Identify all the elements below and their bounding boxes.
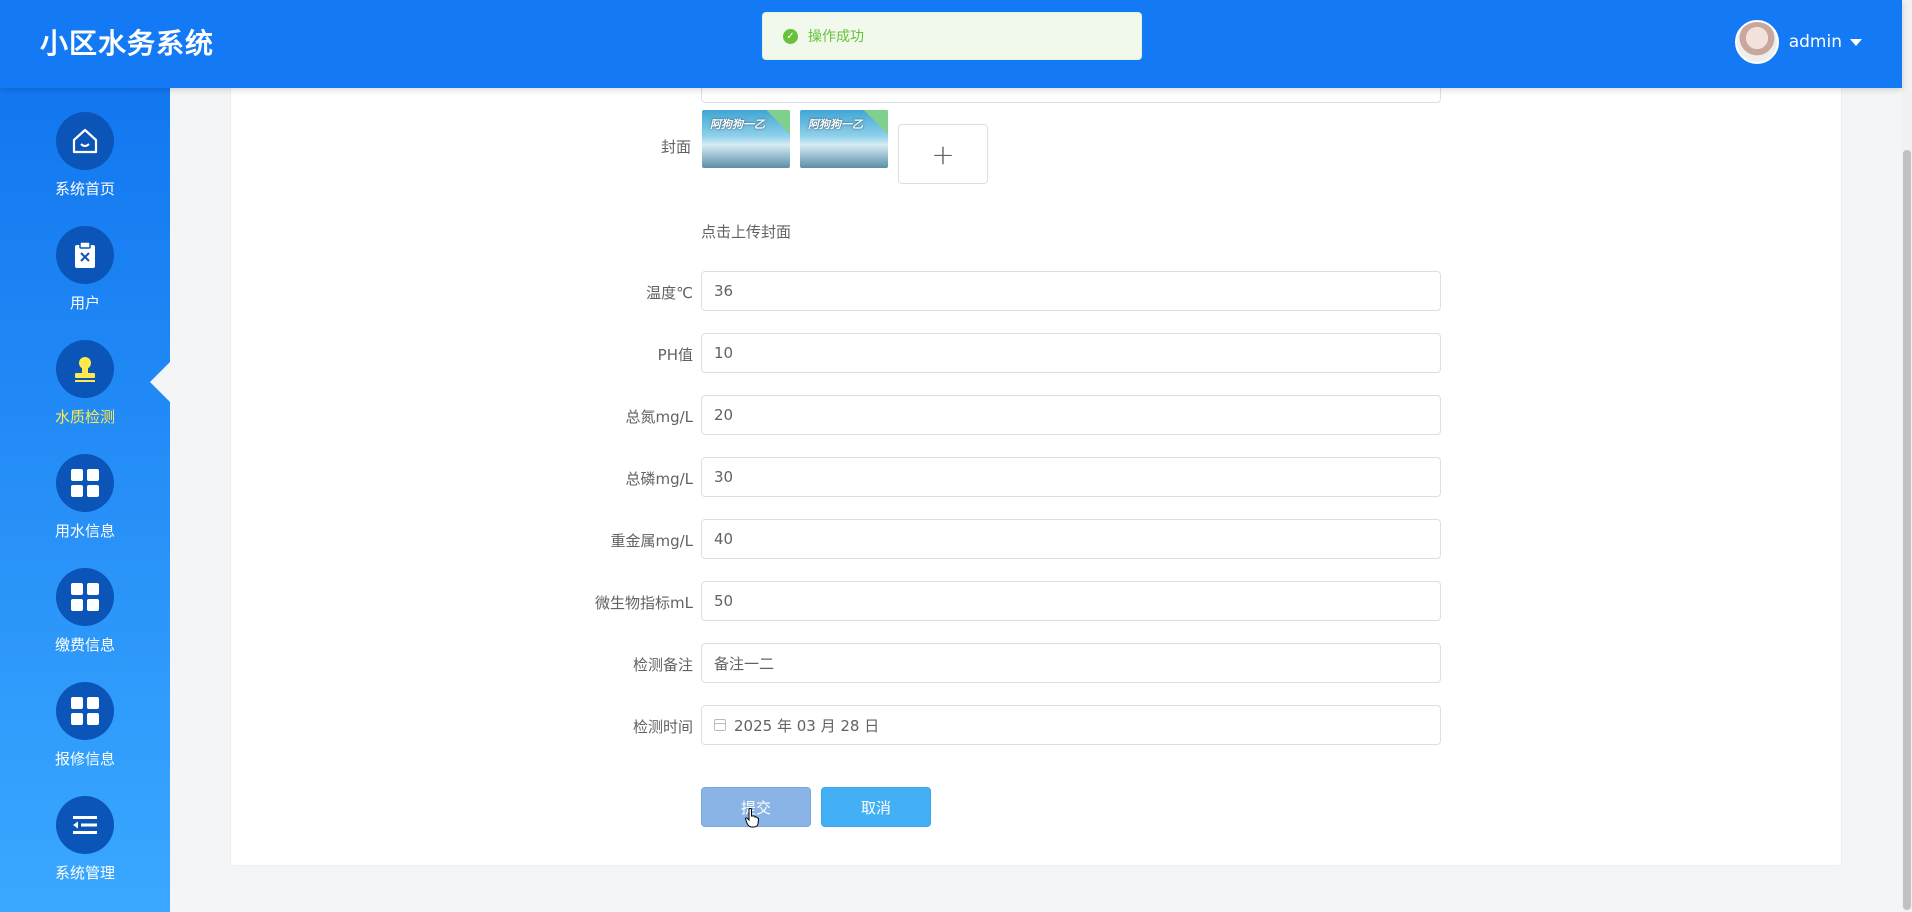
upload-button[interactable]: + bbox=[898, 124, 988, 184]
ph-input[interactable]: 10 bbox=[701, 333, 1441, 373]
plus-icon: + bbox=[931, 137, 955, 171]
app-title: 小区水务系统 bbox=[40, 27, 215, 60]
form-row-temperature: 温度℃ 36 bbox=[231, 271, 1843, 311]
check-circle-icon: ✓ bbox=[783, 28, 798, 44]
calendar-icon bbox=[714, 719, 726, 731]
cover-label: 封面 bbox=[660, 138, 691, 156]
field-label: 微生物指标mL bbox=[595, 594, 693, 612]
microbe-input[interactable]: 50 bbox=[701, 581, 1441, 621]
form-row-remark: 检测备注 备注一二 bbox=[231, 643, 1843, 683]
thumbnail-logo-text: 阿狗狗一乙 bbox=[710, 118, 765, 131]
avatar[interactable] bbox=[1734, 20, 1779, 64]
sidebar-item-label: 用户 bbox=[69, 294, 100, 312]
sidebar-item-label: 系统首页 bbox=[54, 180, 115, 198]
scrollbar-thumb[interactable] bbox=[1903, 150, 1911, 910]
heavy-metal-input[interactable]: 40 bbox=[701, 519, 1441, 559]
sidebar-item-label: 缴费信息 bbox=[54, 636, 115, 654]
form-card: 封面 阿狗狗一乙 阿狗狗一乙 + 点击上传封面 温度℃ 36 PH值 10 总氮… bbox=[230, 60, 1842, 866]
grid-icon bbox=[56, 568, 114, 626]
field-label: 温度℃ bbox=[646, 284, 693, 302]
sidebar-item-label: 系统管理 bbox=[54, 864, 115, 882]
temperature-input[interactable]: 36 bbox=[701, 271, 1441, 311]
clipboard-icon bbox=[56, 226, 114, 284]
sidebar-item-label: 水质检测 bbox=[54, 408, 115, 426]
form-row-microbe: 微生物指标mL 50 bbox=[231, 581, 1843, 621]
form-row-phosphorus: 总磷mg/L 30 bbox=[231, 457, 1843, 497]
sidebar-item-repair[interactable]: 报修信息 bbox=[0, 682, 170, 796]
date-picker[interactable]: 2025 年 03 月 28 日 bbox=[701, 705, 1441, 745]
thumbnail-logo-text: 阿狗狗一乙 bbox=[808, 118, 863, 131]
form-row-heavy-metal: 重金属mg/L 40 bbox=[231, 519, 1843, 559]
sidebar-item-home[interactable]: 系统首页 bbox=[0, 112, 170, 226]
phosphorus-input[interactable]: 30 bbox=[701, 457, 1441, 497]
field-label: 总磷mg/L bbox=[625, 470, 693, 488]
sidebar-item-users[interactable]: 用户 bbox=[0, 226, 170, 340]
field-label: PH值 bbox=[657, 346, 693, 364]
sidebar-item-label: 报修信息 bbox=[54, 750, 115, 768]
sidebar: 系统首页 用户 水质检测 用水信息 缴费信息 报修信息 系统管理 bbox=[0, 88, 170, 912]
nitrogen-input[interactable]: 20 bbox=[701, 395, 1441, 435]
sidebar-item-label: 用水信息 bbox=[54, 522, 115, 540]
uploaded-check-icon bbox=[766, 110, 790, 134]
grid-icon bbox=[56, 682, 114, 740]
toast-message: 操作成功 bbox=[808, 29, 864, 45]
uploaded-check-icon bbox=[864, 110, 888, 134]
grid-icon bbox=[56, 454, 114, 512]
date-value: 2025 年 03 月 28 日 bbox=[734, 716, 880, 735]
success-toast: ✓ 操作成功 bbox=[762, 12, 1142, 60]
field-label: 检测时间 bbox=[632, 718, 693, 736]
sidebar-item-payment[interactable]: 缴费信息 bbox=[0, 568, 170, 682]
home-icon bbox=[56, 112, 114, 170]
field-label: 总氮mg/L bbox=[625, 408, 693, 426]
cancel-button[interactable]: 取消 bbox=[821, 787, 931, 827]
field-label: 重金属mg/L bbox=[610, 532, 693, 550]
user-menu[interactable]: admin bbox=[1734, 20, 1862, 64]
scrollbar[interactable] bbox=[1902, 0, 1912, 912]
stamp-icon bbox=[56, 340, 114, 398]
sidebar-item-water-quality[interactable]: 水质检测 bbox=[0, 340, 170, 454]
hand-cursor-icon bbox=[745, 808, 759, 828]
cover-thumbnail[interactable]: 阿狗狗一乙 bbox=[800, 110, 888, 168]
username[interactable]: admin bbox=[1789, 32, 1842, 52]
form-row-nitrogen: 总氮mg/L 20 bbox=[231, 395, 1843, 435]
active-indicator bbox=[150, 362, 170, 402]
sidebar-item-system[interactable]: 系统管理 bbox=[0, 796, 170, 910]
form-row-ph: PH值 10 bbox=[231, 333, 1843, 373]
upload-hint: 点击上传封面 bbox=[701, 223, 792, 241]
chevron-down-icon[interactable] bbox=[1850, 38, 1862, 46]
sidebar-item-water-usage[interactable]: 用水信息 bbox=[0, 454, 170, 568]
remark-input[interactable]: 备注一二 bbox=[701, 643, 1441, 683]
list-icon bbox=[56, 796, 114, 854]
cover-thumbnail[interactable]: 阿狗狗一乙 bbox=[702, 110, 790, 168]
form-row-date: 检测时间 2025 年 03 月 28 日 bbox=[231, 705, 1843, 745]
field-label: 检测备注 bbox=[632, 656, 693, 674]
